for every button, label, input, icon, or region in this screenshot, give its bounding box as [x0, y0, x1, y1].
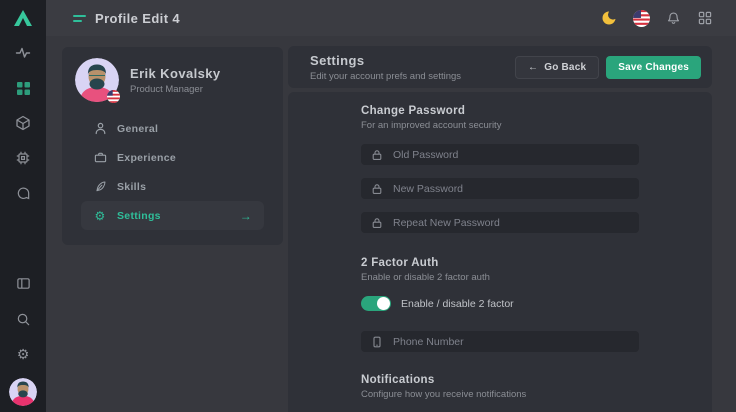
menu-item-label: Skills	[117, 181, 146, 193]
section-subtitle: Configure how you receive notifications	[361, 389, 639, 401]
phone-number-field[interactable]	[361, 331, 639, 352]
lock-icon	[371, 183, 383, 195]
menu-item-label: General	[117, 123, 158, 135]
chat-icon[interactable]	[10, 180, 36, 206]
two-factor-section: 2 Factor Auth Enable or disable 2 factor…	[361, 257, 639, 352]
back-arrow-icon: ←	[528, 62, 538, 73]
settings-content: Change Password For an improved account …	[288, 92, 712, 412]
topbar: Profile Edit 4	[46, 0, 736, 36]
menu-item-settings[interactable]: ⚙ Settings →	[81, 201, 264, 230]
layout-icon[interactable]	[10, 270, 36, 296]
phone-number-input[interactable]	[393, 336, 629, 348]
app-window: ⚙ Profile Edit 4	[0, 0, 736, 412]
two-factor-toggle[interactable]	[361, 296, 391, 311]
us-flag-icon[interactable]	[632, 9, 650, 27]
lock-icon	[371, 217, 383, 229]
briefcase-icon	[93, 151, 107, 164]
settings-subtitle: Edit your account prefs and settings	[310, 71, 461, 82]
profile-card: Erik Kovalsky Product Manager General Ex…	[62, 47, 283, 245]
save-changes-button[interactable]: Save Changes	[606, 56, 701, 79]
profile-name: Erik Kovalsky	[130, 66, 220, 81]
search-icon[interactable]	[10, 306, 36, 332]
change-password-section: Change Password For an improved account …	[361, 105, 639, 233]
menu-item-label: Settings	[117, 210, 161, 222]
notifications-section: Notifications Configure how you receive …	[361, 374, 639, 401]
user-icon	[93, 122, 107, 135]
toggle-knob	[377, 297, 390, 310]
new-password-field[interactable]	[361, 178, 639, 199]
menu-item-skills[interactable]: Skills	[81, 172, 264, 201]
chip-icon[interactable]	[10, 145, 36, 171]
section-subtitle: For an improved account security	[361, 120, 639, 132]
section-subtitle: Enable or disable 2 factor auth	[361, 272, 639, 284]
new-password-input[interactable]	[393, 183, 629, 195]
go-back-label: Go Back	[544, 62, 586, 73]
triangle-logo	[0, 0, 46, 36]
us-flag-badge-icon	[107, 90, 120, 103]
menu-item-label: Experience	[117, 152, 176, 164]
profile-role: Product Manager	[130, 84, 220, 95]
gear-icon[interactable]: ⚙	[10, 342, 36, 368]
section-title: 2 Factor Auth	[361, 257, 639, 270]
old-password-input[interactable]	[393, 149, 629, 161]
bell-icon[interactable]	[664, 9, 682, 27]
lock-icon	[371, 149, 383, 161]
feather-icon	[93, 180, 107, 193]
settings-title: Settings	[310, 53, 461, 68]
triangle-logo-icon	[13, 9, 33, 27]
go-back-button[interactable]: ← Go Back	[515, 56, 599, 79]
smartphone-icon	[371, 336, 383, 348]
page-body: Erik Kovalsky Product Manager General Ex…	[46, 36, 736, 412]
arrow-right-icon: →	[240, 209, 252, 223]
user-avatar-image	[9, 378, 37, 406]
hamburger-icon[interactable]	[73, 15, 86, 22]
gear-icon: ⚙	[93, 210, 107, 222]
package-icon[interactable]	[10, 110, 36, 136]
old-password-field[interactable]	[361, 144, 639, 165]
save-changes-label: Save Changes	[618, 62, 689, 73]
menu-item-general[interactable]: General	[81, 114, 264, 143]
icon-rail: ⚙	[0, 0, 46, 412]
profile-avatar	[75, 58, 119, 102]
moon-icon[interactable]	[600, 9, 618, 27]
toggle-label: Enable / disable 2 factor	[401, 298, 514, 310]
repeat-password-field[interactable]	[361, 212, 639, 233]
activity-icon[interactable]	[10, 40, 36, 66]
user-avatar[interactable]	[9, 378, 37, 406]
repeat-password-input[interactable]	[393, 217, 629, 229]
settings-header: Settings Edit your account prefs and set…	[288, 46, 712, 88]
menu-item-experience[interactable]: Experience	[81, 143, 264, 172]
apps-grid-icon[interactable]	[696, 9, 714, 27]
page-title: Profile Edit 4	[95, 11, 180, 26]
section-title: Notifications	[361, 374, 639, 387]
dashboard-grid-icon[interactable]	[10, 75, 36, 101]
profile-menu: General Experience Skills ⚙ Settings	[62, 110, 283, 230]
section-title: Change Password	[361, 105, 639, 118]
